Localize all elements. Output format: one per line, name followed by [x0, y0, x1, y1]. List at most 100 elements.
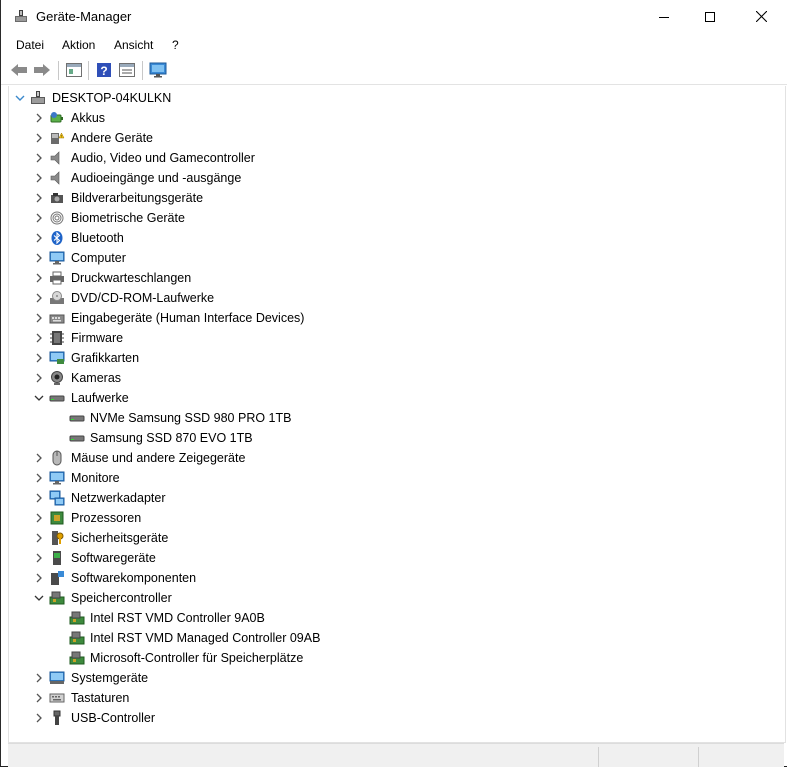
scan-hardware-button[interactable]	[149, 61, 167, 79]
tree-category-row[interactable]: USB-Controller	[1, 708, 787, 728]
details-view-button[interactable]	[118, 61, 136, 79]
menu-datei[interactable]: Datei	[16, 38, 44, 52]
tree-category-row[interactable]: Netzwerkadapter	[1, 488, 787, 508]
toolbar-separator	[58, 61, 59, 80]
tree-category-row[interactable]: Systemgeräte	[1, 668, 787, 688]
tree-category-row[interactable]: Audioeingänge und -ausgänge	[1, 168, 787, 188]
chevron-right-icon[interactable]	[33, 172, 45, 184]
chevron-right-icon[interactable]	[33, 552, 45, 564]
chevron-right-icon[interactable]	[33, 312, 45, 324]
tree-category-row[interactable]: Firmware	[1, 328, 787, 348]
tree-category-row[interactable]: Computer	[1, 248, 787, 268]
tree-root-row[interactable]: DESKTOP-04KULKN	[1, 88, 787, 108]
tree-device-label: Intel RST VMD Controller 9A0B	[90, 611, 265, 625]
mouse-icon	[52, 450, 62, 466]
menu-help[interactable]: ?	[172, 38, 179, 52]
display-adapter-icon	[49, 351, 65, 364]
tree-device-label: NVMe Samsung SSD 980 PRO 1TB	[90, 411, 292, 425]
tree-device-row[interactable]: Intel RST VMD Controller 9A0B	[1, 608, 787, 628]
tree-device-row[interactable]: Microsoft-Controller für Speicherplätze	[1, 648, 787, 668]
software-device-icon	[53, 551, 61, 565]
tree-category-row[interactable]: Bildverarbeitungsgeräte	[1, 188, 787, 208]
chevron-right-icon[interactable]	[33, 532, 45, 544]
chevron-right-icon[interactable]	[33, 212, 45, 224]
camera-icon	[51, 193, 63, 203]
chevron-right-icon[interactable]	[33, 152, 45, 164]
chevron-right-icon[interactable]	[33, 692, 45, 704]
tree-category-row[interactable]: Bluetooth	[1, 228, 787, 248]
tree-category-row[interactable]: Akkus	[1, 108, 787, 128]
tree-category-row[interactable]: Prozessoren	[1, 508, 787, 528]
tree-category-row[interactable]: Druckwarteschlangen	[1, 268, 787, 288]
tree-category-row[interactable]: Audio, Video und Gamecontroller	[1, 148, 787, 168]
tree-category-label: Mäuse und andere Zeigegeräte	[71, 451, 246, 465]
details-view-icon	[119, 63, 135, 77]
minimize-button[interactable]	[641, 0, 687, 33]
storage-controller-icon	[49, 591, 65, 605]
tree-category-row[interactable]: Eingabegeräte (Human Interface Devices)	[1, 308, 787, 328]
svg-text:?: ?	[100, 64, 107, 78]
chevron-right-icon[interactable]	[33, 252, 45, 264]
title-bar[interactable]: Geräte-Manager	[1, 0, 787, 33]
tree-category-row[interactable]: Monitore	[1, 468, 787, 488]
chevron-right-icon[interactable]	[33, 372, 45, 384]
chevron-right-icon[interactable]	[33, 572, 45, 584]
maximize-icon	[705, 11, 715, 22]
properties-view-button[interactable]	[65, 61, 83, 79]
chevron-right-icon[interactable]	[33, 672, 45, 684]
device-manager-window: Geräte-Manager Datei Aktion Ansicht ? ?	[0, 0, 787, 767]
forward-button[interactable]	[33, 61, 51, 79]
chevron-right-icon[interactable]	[33, 132, 45, 144]
tree-category-row[interactable]: ! Andere Geräte	[1, 128, 787, 148]
chevron-down-icon[interactable]	[33, 392, 45, 404]
tree-category-row[interactable]: Grafikkarten	[1, 348, 787, 368]
tree-device-row[interactable]: Intel RST VMD Managed Controller 09AB	[1, 628, 787, 648]
help-icon: ?	[97, 63, 111, 78]
chevron-right-icon[interactable]	[33, 272, 45, 284]
tree-device-row[interactable]: NVMe Samsung SSD 980 PRO 1TB	[1, 408, 787, 428]
tree-category-row[interactable]: Sicherheitsgeräte	[1, 528, 787, 548]
tree-category-row[interactable]: Laufwerke	[1, 388, 787, 408]
bluetooth-icon	[51, 231, 63, 245]
chevron-right-icon[interactable]	[33, 192, 45, 204]
tree-category-row[interactable]: DVD/CD-ROM-Laufwerke	[1, 288, 787, 308]
tree-category-label: Laufwerke	[71, 391, 129, 405]
tree-category-row[interactable]: Tastaturen	[1, 688, 787, 708]
menu-bar: Datei Aktion Ansicht ?	[1, 33, 787, 57]
chevron-right-icon[interactable]	[33, 232, 45, 244]
chevron-right-icon[interactable]	[33, 472, 45, 484]
chevron-right-icon[interactable]	[33, 712, 45, 724]
close-icon	[755, 11, 767, 22]
tree-category-label: Grafikkarten	[71, 351, 140, 365]
tree-device-row[interactable]: Samsung SSD 870 EVO 1TB	[1, 428, 787, 448]
menu-ansicht[interactable]: Ansicht	[114, 38, 153, 52]
window-title: Geräte-Manager	[36, 9, 132, 24]
maximize-button[interactable]	[687, 0, 733, 33]
tree-device-label: Microsoft-Controller für Speicherplätze	[90, 651, 304, 665]
back-button[interactable]	[10, 61, 28, 79]
properties-view-icon	[66, 63, 82, 77]
chevron-down-icon[interactable]	[14, 92, 26, 104]
menu-aktion[interactable]: Aktion	[62, 38, 95, 52]
tree-category-row[interactable]: Softwarekomponenten	[1, 568, 787, 588]
chevron-right-icon[interactable]	[33, 292, 45, 304]
tree-category-row[interactable]: Softwaregeräte	[1, 548, 787, 568]
tree-category-label: Computer	[71, 251, 126, 265]
tree-category-row[interactable]: Speichercontroller	[1, 588, 787, 608]
network-icon	[49, 490, 65, 506]
tree-category-row[interactable]: Kameras	[1, 368, 787, 388]
tree-category-label: USB-Controller	[71, 711, 156, 725]
tree-category-row[interactable]: Mäuse und andere Zeigegeräte	[1, 448, 787, 468]
chevron-right-icon[interactable]	[33, 332, 45, 344]
chevron-right-icon[interactable]	[33, 512, 45, 524]
chevron-down-icon[interactable]	[33, 592, 45, 604]
chevron-right-icon[interactable]	[33, 352, 45, 364]
tree-category-label: Tastaturen	[71, 691, 130, 705]
chevron-right-icon[interactable]	[33, 452, 45, 464]
chevron-right-icon[interactable]	[33, 492, 45, 504]
chevron-right-icon[interactable]	[33, 112, 45, 124]
tree-category-row[interactable]: Biometrische Geräte	[1, 208, 787, 228]
computer-icon	[31, 91, 45, 104]
help-button[interactable]: ?	[95, 61, 113, 79]
close-button[interactable]	[738, 0, 784, 33]
